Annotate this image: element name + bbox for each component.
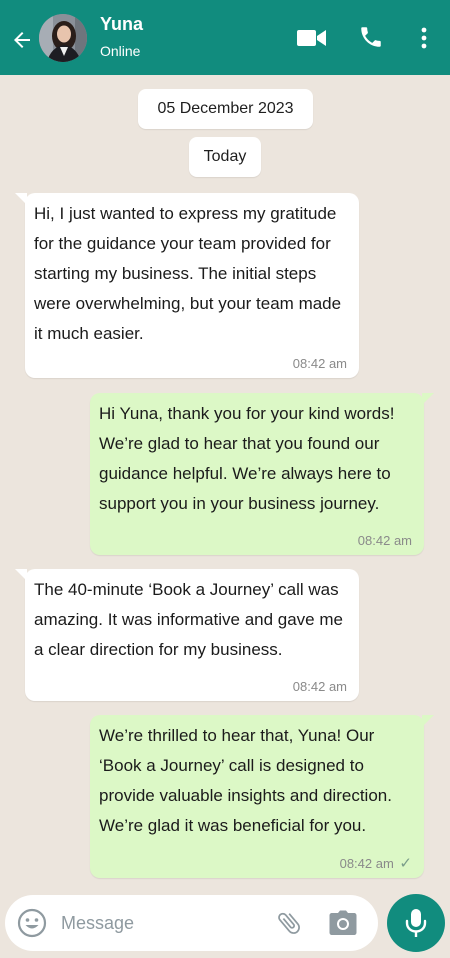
chat-header: Yuna Online — [0, 0, 450, 75]
more-vertical-icon[interactable] — [418, 26, 430, 50]
arrow-left-icon[interactable] — [10, 28, 34, 52]
message-time: 08:42 am — [339, 856, 394, 871]
avatar[interactable] — [39, 14, 87, 62]
phone-icon[interactable] — [358, 24, 384, 50]
message-text: Hi, I just wanted to express my gratitud… — [34, 204, 342, 343]
message-text: We’re thrilled to hear that, Yuna! Our ‘… — [99, 726, 392, 835]
message-incoming[interactable]: The 40-minute ‘Book a Journey’ call was … — [15, 569, 359, 701]
today-chip: Today — [189, 137, 261, 177]
message-text: The 40-minute ‘Book a Journey’ call was … — [34, 580, 343, 659]
message-input[interactable] — [61, 905, 261, 941]
mic-button[interactable] — [387, 894, 445, 952]
contact-name[interactable]: Yuna — [100, 14, 143, 35]
message-incoming[interactable]: Hi, I just wanted to express my gratitud… — [15, 193, 359, 378]
chat-area[interactable]: 05 December 2023 Today Hi, I just wanted… — [0, 75, 450, 883]
message-time: 08:42 am — [292, 356, 347, 371]
message-outgoing[interactable]: We’re thrilled to hear that, Yuna! Our ‘… — [90, 715, 434, 878]
message-time: 08:42 am — [292, 679, 347, 694]
message-time: 08:42 am — [357, 533, 412, 548]
message-time-row: 08:42 am ✓ — [340, 854, 412, 874]
avatar-photo — [39, 14, 87, 62]
camera-icon[interactable] — [329, 910, 357, 936]
video-camera-icon[interactable] — [297, 28, 327, 48]
contact-status: Online — [100, 43, 141, 59]
check-icon: ✓ — [399, 855, 412, 872]
microphone-icon — [405, 909, 427, 937]
date-chip: 05 December 2023 — [138, 89, 313, 129]
message-outgoing[interactable]: Hi Yuna, thank you for your kind words! … — [90, 393, 434, 555]
paperclip-icon[interactable] — [275, 909, 303, 937]
message-composer — [5, 895, 378, 951]
message-text: Hi Yuna, thank you for your kind words! … — [99, 404, 395, 513]
emoji-icon[interactable] — [17, 908, 47, 938]
